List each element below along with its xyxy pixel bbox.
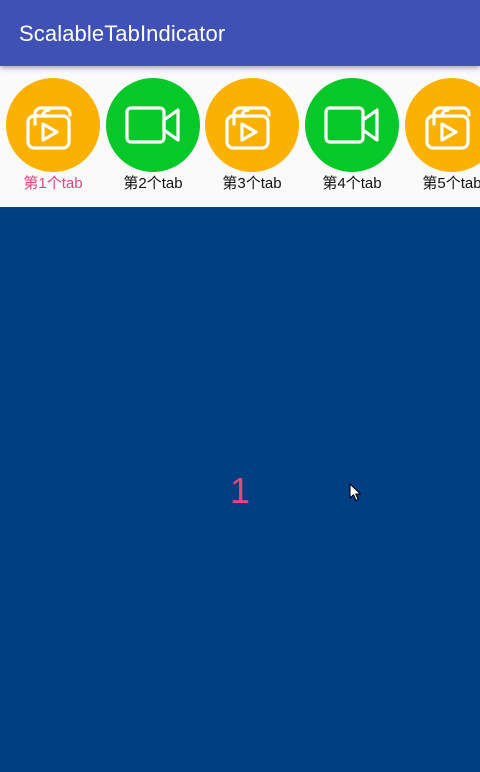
- tab-3[interactable]: 第3个tab: [205, 78, 299, 196]
- page-number: 1: [229, 470, 251, 511]
- app-title: ScalableTabIndicator: [19, 21, 226, 46]
- mouse-pointer-icon: [349, 483, 362, 502]
- slideshow-icon: [26, 106, 72, 150]
- tab-1[interactable]: 第1个tab: [6, 78, 100, 196]
- tab-4-circle: [305, 78, 399, 172]
- slideshow-icon: [225, 106, 271, 150]
- tab-strip[interactable]: 第1个tab 第2个tab 第3个tab 第4个tab 第5个tab: [0, 66, 480, 207]
- video-camera-icon: [125, 106, 180, 144]
- tab-1-circle: [6, 78, 100, 172]
- tab-5[interactable]: 第5个tab: [405, 78, 480, 196]
- tab-4-label: 第4个tab: [322, 175, 382, 192]
- tab-1-label: 第1个tab: [23, 175, 83, 192]
- app-bar: ScalableTabIndicator: [0, 0, 480, 66]
- tab-3-label: 第3个tab: [222, 175, 282, 192]
- slideshow-icon: [425, 106, 471, 150]
- tab-2-label: 第2个tab: [123, 175, 183, 192]
- tab-5-label: 第5个tab: [422, 175, 480, 192]
- tab-4[interactable]: 第4个tab: [305, 78, 399, 196]
- video-camera-icon: [324, 106, 379, 144]
- tab-2[interactable]: 第2个tab: [106, 78, 200, 196]
- tab-3-circle: [205, 78, 299, 172]
- tab-5-circle: [405, 78, 480, 172]
- tab-2-circle: [106, 78, 200, 172]
